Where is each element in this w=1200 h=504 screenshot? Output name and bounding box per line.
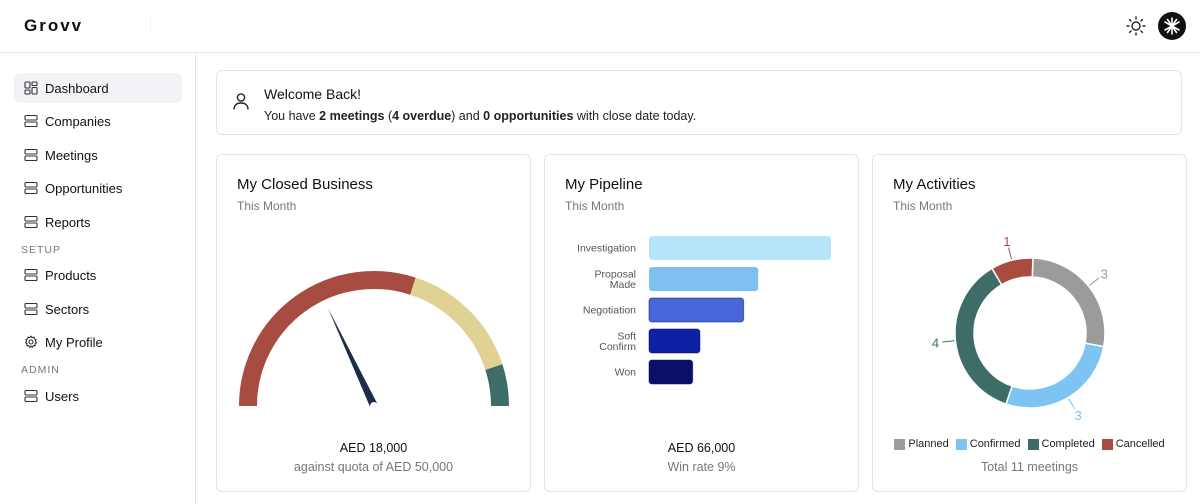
gauge-band-yellow (409, 277, 503, 371)
top-bar: Grovv (0, 0, 1200, 53)
donut-value-label: 4 (932, 336, 939, 351)
sidebar-item-label: Users (45, 388, 79, 404)
gauge-band-green (485, 364, 509, 407)
gauge-needle (328, 308, 378, 408)
sidebar-item-sectors[interactable]: Sectors (14, 294, 182, 324)
gear-icon (24, 335, 38, 349)
divider (150, 16, 151, 34)
welcome-banner: Welcome Back! You have 2 meetings (4 ove… (216, 70, 1182, 135)
welcome-message: You have 2 meetings (4 overdue) and 0 op… (264, 109, 697, 123)
sidebar-item-opportunities[interactable]: Opportunities (14, 173, 182, 203)
activities-card: My Activities This Month 3341 Planned Co… (872, 154, 1187, 492)
sidebar-item-label: Sectors (45, 301, 90, 317)
app-logo[interactable]: Grovv (24, 16, 83, 36)
sidebar-item-dashboard[interactable]: Dashboard (14, 73, 182, 103)
legend-swatch (1101, 438, 1113, 450)
server-icon (24, 215, 38, 229)
closed-business-card: My Closed Business This Month AED 18,000… (216, 154, 531, 492)
funnel-category-label: Investigation (577, 243, 636, 255)
activities-legend: Planned Confirmed Completed Cancelled (873, 438, 1186, 450)
sidebar-item-reports[interactable]: Reports (14, 207, 182, 237)
donut-slice-confirmed[interactable] (1005, 342, 1105, 409)
legend-item-completed[interactable]: Completed (1027, 438, 1095, 450)
sidebar-item-label: My Profile (45, 334, 103, 350)
funnel-bar[interactable] (649, 267, 759, 291)
legend-swatch (1027, 438, 1039, 450)
funnel-bar[interactable] (649, 236, 831, 260)
funnel-bar[interactable] (648, 328, 701, 354)
sidebar-item-label: Dashboard (45, 80, 109, 96)
pipeline-funnel-chart: InvestigationProposalMadeNegotiationSoft… (577, 236, 831, 385)
server-icon (24, 114, 38, 128)
sidebar-item-companies[interactable]: Companies (14, 106, 182, 136)
donut-label-line (1089, 277, 1100, 286)
sidebar-item-label: Meetings (45, 147, 98, 163)
gauge-band-red (239, 271, 416, 407)
sidebar-item-label: Opportunities (45, 180, 123, 196)
dashboard-icon (24, 81, 38, 95)
donut-label-line (1008, 247, 1013, 260)
main-content: Welcome Back! You have 2 meetings (4 ove… (196, 53, 1200, 504)
avatar[interactable] (1158, 12, 1186, 40)
server-icon (24, 181, 38, 195)
sidebar: Dashboard Companies Meetings Opportuniti… (0, 53, 196, 504)
section-label-setup: SETUP (21, 244, 62, 256)
server-icon (24, 268, 38, 282)
server-icon (24, 148, 38, 162)
sidebar-item-label: Products (45, 267, 97, 283)
legend-item-planned[interactable]: Planned (894, 438, 949, 450)
funnel-bar[interactable] (648, 297, 745, 323)
sidebar-item-users[interactable]: Users (14, 381, 182, 411)
activities-donut-chart: 3 3 4 1 (932, 234, 1108, 423)
legend-item-confirmed[interactable]: Confirmed (955, 438, 1021, 450)
funnel-category-label: Confirm (599, 341, 636, 353)
legend-swatch (955, 438, 967, 450)
opportunities-count: 0 opportunities (483, 109, 574, 123)
sidebar-item-label: Companies (45, 113, 111, 129)
donut-value-label: 3 (1075, 408, 1082, 423)
sidebar-item-meetings[interactable]: Meetings (14, 140, 182, 170)
welcome-title: Welcome Back! (264, 86, 361, 102)
funnel-bar[interactable] (648, 359, 694, 385)
gauge-chart (239, 271, 509, 408)
donut-value-label: 3 (1101, 267, 1108, 282)
donut-value-label: 1 (1003, 234, 1010, 249)
user-icon (233, 93, 249, 110)
donut-slice-completed[interactable] (954, 267, 1014, 406)
sidebar-item-label: Reports (45, 214, 91, 230)
total-meetings: Total 11 meetings (980, 460, 1079, 474)
funnel-category-label: Made (610, 279, 636, 291)
overdue-count: 4 overdue (392, 109, 452, 123)
server-icon (24, 389, 38, 403)
closed-amount: AED 18,000 (339, 441, 408, 455)
quota-text: against quota of AED 50,000 (293, 460, 454, 474)
sun-icon[interactable] (1124, 14, 1148, 38)
funnel-category-label: Negotiation (583, 305, 636, 317)
donut-slice-planned[interactable] (1031, 257, 1106, 348)
pipeline-amount: AED 66,000 (667, 441, 736, 455)
pipeline-card: My Pipeline This Month Investigation Prop… (544, 154, 859, 492)
donut-label-line (942, 340, 955, 343)
legend-item-cancelled[interactable]: Cancelled (1101, 438, 1165, 450)
meetings-count: 2 meetings (319, 109, 385, 123)
win-rate: Win rate 9% (667, 460, 736, 474)
sidebar-item-my-profile[interactable]: My Profile (14, 327, 182, 357)
funnel-category-label: Won (615, 367, 637, 379)
section-label-admin: ADMIN (21, 364, 60, 376)
legend-swatch (894, 438, 906, 450)
server-icon (24, 302, 38, 316)
sidebar-item-products[interactable]: Products (14, 260, 182, 290)
